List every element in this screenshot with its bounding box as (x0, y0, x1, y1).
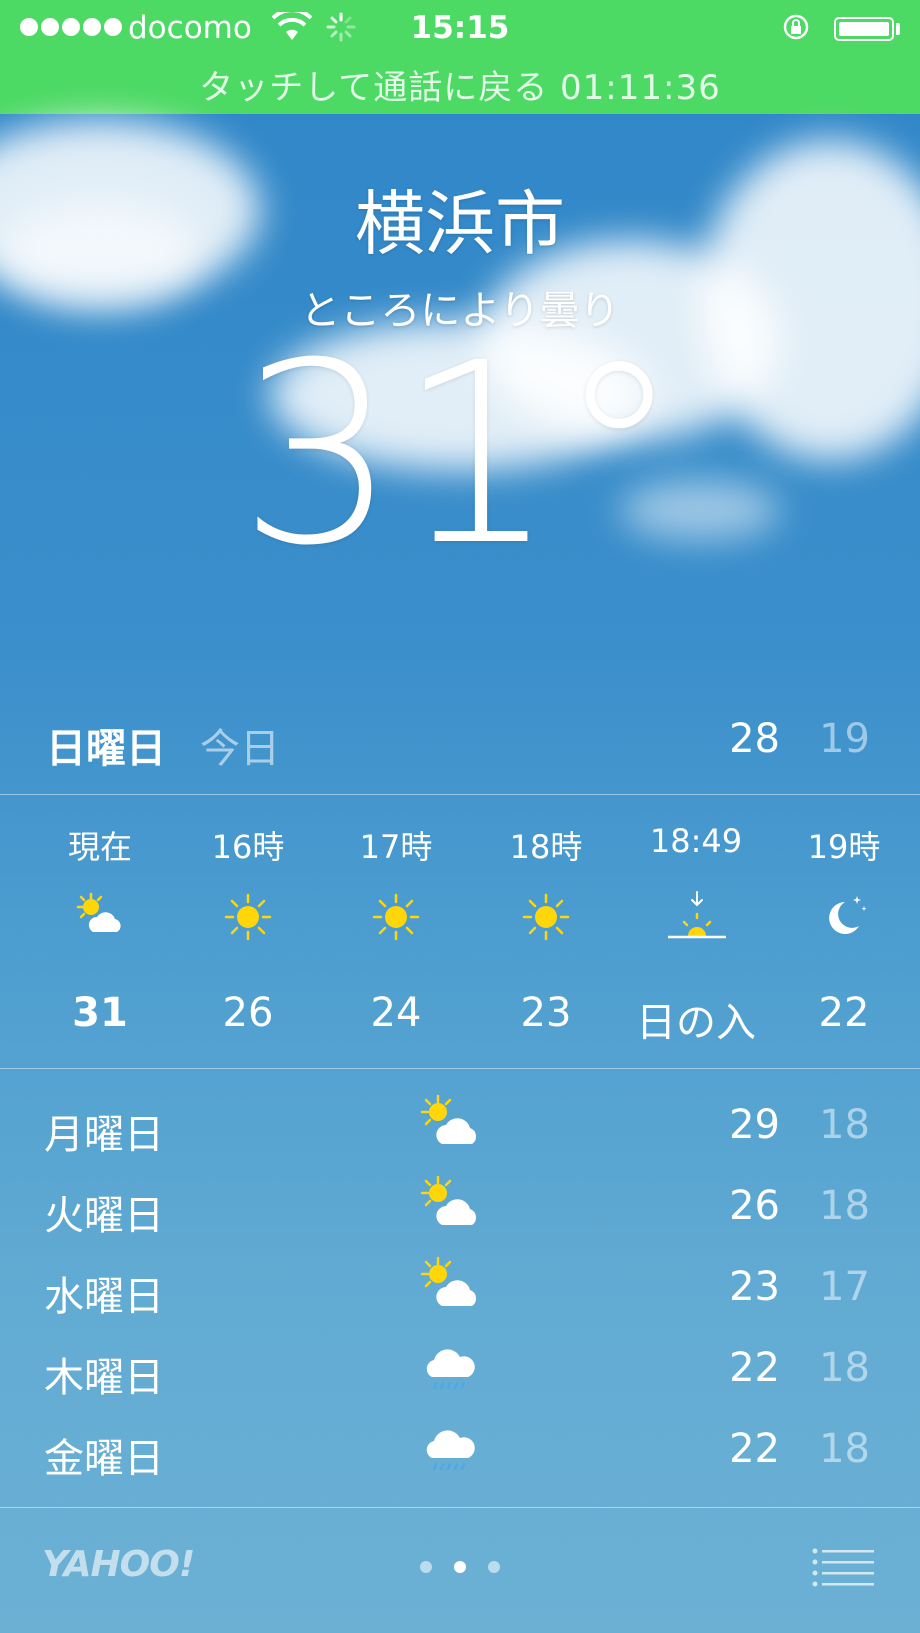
row-low-temp: 18 (819, 1102, 870, 1148)
yahoo-logo[interactable]: YAHOO! (42, 1544, 195, 1585)
today-low-temp: 19 (819, 716, 870, 762)
hour-label: 19時 (807, 828, 881, 866)
hour-temp: 23 (520, 990, 572, 1036)
hour-temp: 31 (72, 990, 128, 1036)
hour-temp: 26 (222, 990, 274, 1036)
page-dot[interactable] (420, 1561, 432, 1573)
rotation-lock-icon (783, 14, 809, 40)
daily-row: 水曜日 23 17 (0, 1256, 920, 1344)
row-high-temp: 22 (729, 1426, 780, 1472)
row-high-temp: 22 (729, 1345, 780, 1391)
row-day: 月曜日 (44, 1112, 164, 1158)
battery-icon (834, 17, 894, 41)
row-day: 木曜日 (44, 1355, 164, 1401)
sun-icon (224, 893, 272, 941)
rain-icon (426, 1349, 475, 1389)
rain-icon (426, 1430, 475, 1470)
sun-cloud-icon (420, 1094, 477, 1144)
hour-label: 18:49 (649, 822, 743, 860)
moon-icon (829, 896, 867, 934)
row-high-temp: 29 (729, 1102, 780, 1148)
hourly-forecast[interactable]: 現在 31 16時 26 17時 24 18時 23 18:49 日の入 19時… (0, 822, 920, 1052)
hour-temp: 22 (818, 990, 870, 1036)
divider (0, 1068, 920, 1069)
list-icon[interactable] (812, 1548, 874, 1588)
battery-tip (896, 23, 900, 35)
hour-label: 17時 (359, 828, 433, 866)
hour-temp: 24 (370, 990, 422, 1036)
row-low-temp: 17 (819, 1264, 870, 1310)
hour-label: 16時 (211, 828, 285, 866)
row-low-temp: 18 (819, 1183, 870, 1229)
today-day-name: 日曜日 (46, 726, 166, 772)
row-high-temp: 26 (729, 1183, 780, 1229)
sunset-icon (668, 891, 726, 939)
today-label: 今日 (200, 726, 280, 772)
sun-cloud-icon (420, 1256, 477, 1306)
daily-row: 金曜日 22 18 (0, 1426, 920, 1506)
current-temperature: 31° (238, 309, 682, 600)
city-name: 横浜市 (355, 183, 565, 265)
sun-icon (372, 893, 420, 941)
row-day: 火曜日 (44, 1193, 164, 1239)
row-low-temp: 18 (819, 1345, 870, 1391)
page-indicator[interactable] (420, 1561, 500, 1573)
row-day: 水曜日 (44, 1274, 164, 1320)
today-high-temp: 28 (729, 716, 780, 762)
sun-cloud-icon (420, 1175, 477, 1225)
row-day: 金曜日 (44, 1436, 164, 1482)
page-dot[interactable] (488, 1561, 500, 1573)
hour-label: 現在 (67, 828, 132, 866)
row-low-temp: 18 (819, 1426, 870, 1472)
divider (0, 1507, 920, 1508)
row-high-temp: 23 (729, 1264, 780, 1310)
hour-temp: 日の入 (636, 1000, 756, 1046)
hour-label: 18時 (509, 828, 583, 866)
divider (0, 794, 920, 795)
daily-row: 木曜日 22 18 (0, 1345, 920, 1425)
page-dot-active[interactable] (454, 1561, 466, 1573)
sun-icon (522, 893, 570, 941)
sun-cloud-icon (76, 892, 121, 932)
daily-row: 月曜日 29 18 (0, 1094, 920, 1182)
daily-row: 火曜日 26 18 (0, 1175, 920, 1263)
return-to-call-banner[interactable]: タッチして通話に戻る 01:11:36 (0, 60, 920, 109)
